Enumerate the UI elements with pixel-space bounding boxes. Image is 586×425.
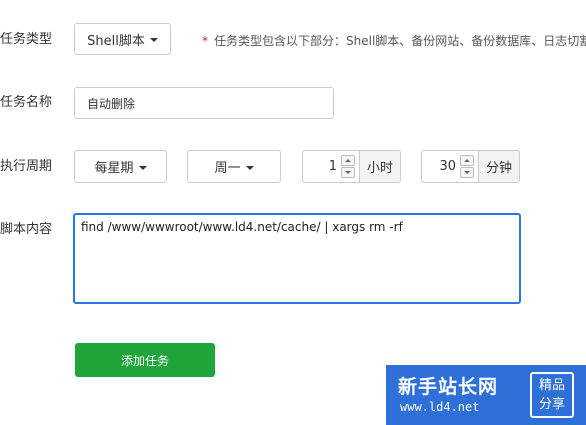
spin-up-icon[interactable]	[460, 155, 474, 166]
task-type-hint: * 任务类型包含以下部分：Shell脚本、备份网站、备份数据库、日志切割	[202, 32, 586, 49]
minute-value[interactable]: 30	[422, 151, 460, 182]
watermark-url: www.ld4.net	[400, 400, 480, 414]
cycle-label: 执行周期	[0, 159, 53, 174]
hour-stepper[interactable]: 1 小时	[302, 150, 401, 183]
spin-down-icon[interactable]	[460, 167, 474, 178]
weekday-dropdown[interactable]: 周一	[187, 150, 281, 183]
spin-up-icon[interactable]	[341, 155, 355, 166]
period-value: 每星期	[94, 161, 134, 176]
watermark-badge: 精品 分享	[530, 372, 574, 418]
caret-down-icon	[245, 165, 254, 170]
spin-down-icon[interactable]	[341, 167, 355, 178]
hour-unit: 小时	[359, 151, 400, 182]
caret-down-icon	[149, 38, 158, 42]
task-type-value: Shell脚本	[87, 33, 145, 49]
caret-down-icon	[138, 165, 147, 170]
task-name-input[interactable]	[74, 87, 334, 119]
period-dropdown[interactable]: 每星期	[74, 150, 167, 183]
add-task-button[interactable]: 添加任务	[75, 343, 215, 377]
weekday-value: 周一	[214, 161, 241, 176]
task-type-label: 任务类型	[0, 32, 53, 47]
hour-spinner[interactable]	[341, 151, 355, 182]
minute-spinner[interactable]	[460, 151, 474, 182]
minute-unit: 分钟	[478, 151, 519, 182]
task-type-dropdown[interactable]: Shell脚本	[74, 23, 171, 55]
watermark-badge-line1: 精品	[538, 378, 565, 393]
task-name-label: 任务名称	[0, 95, 53, 110]
watermark-badge-line2: 分享	[538, 397, 565, 412]
required-star: *	[202, 34, 208, 48]
minute-stepper[interactable]: 30 分钟	[421, 150, 520, 183]
script-textarea[interactable]: find /www/wwwroot/www.ld4.net/cache/ | x…	[73, 213, 521, 304]
task-type-hint-text: 任务类型包含以下部分：Shell脚本、备份网站、备份数据库、日志切割	[214, 34, 586, 48]
watermark-title: 新手站长网	[398, 376, 499, 398]
hour-value[interactable]: 1	[303, 151, 341, 182]
script-label: 脚本内容	[0, 222, 53, 237]
